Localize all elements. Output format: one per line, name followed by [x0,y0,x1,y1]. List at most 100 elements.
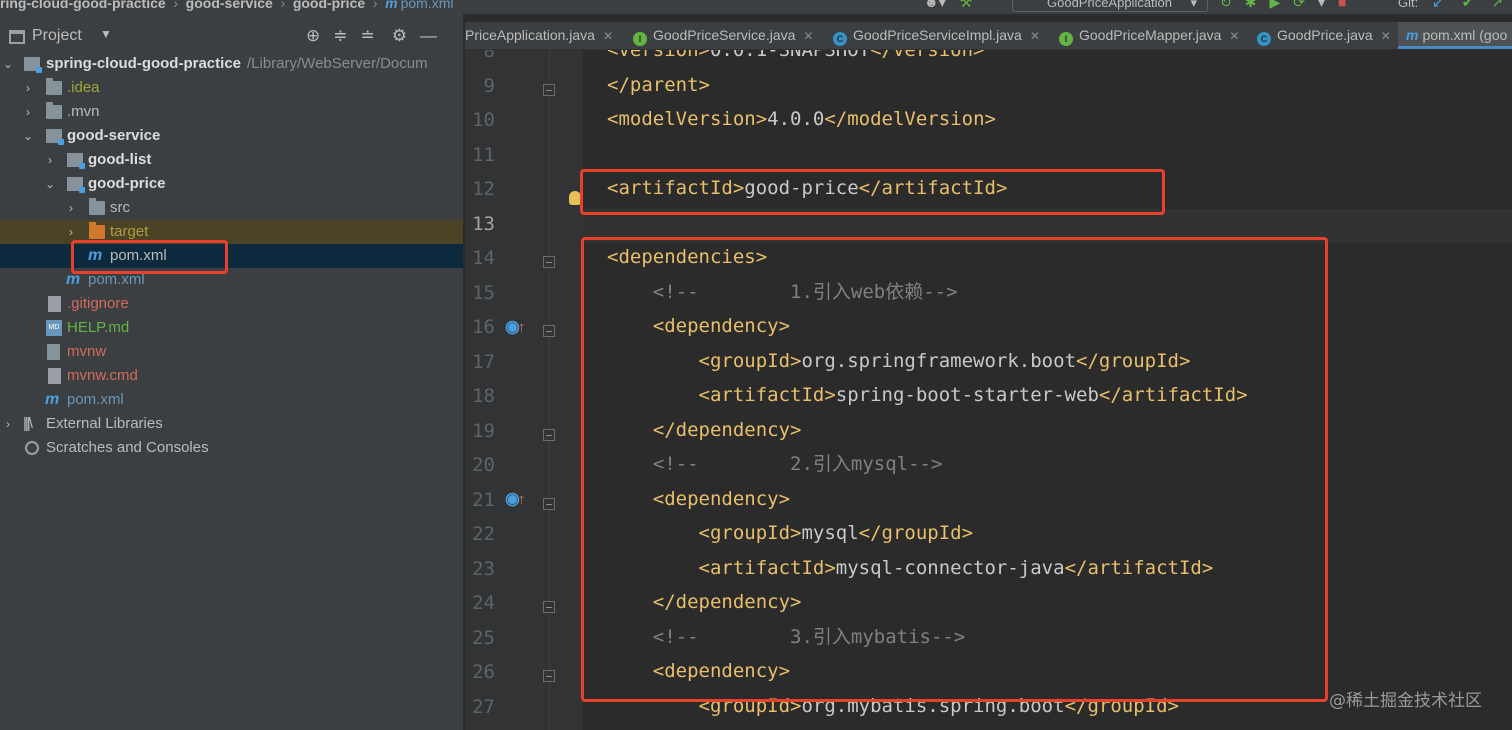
tab-good-price[interactable]: C GoodPrice.java ✕ [1257,22,1391,49]
close-icon[interactable]: ✕ [1381,29,1391,43]
breadcrumb-separator-icon: › [372,0,378,11]
more-icon[interactable]: ▾ [1318,0,1325,11]
code-line[interactable]: <version>0.0.1-SNAPSHOT</version> [607,50,985,67]
tree-item-label: External Libraries [46,415,163,432]
fold-marker-icon[interactable] [543,670,555,682]
code-editor[interactable]: 8 9 10 11 12 13 14 15 16 17 18 19 20 21 22 23 24 25 26 27 ◉… [465,50,1512,730]
tab-pom-xml[interactable]: m pom.xml (goo [1398,22,1512,49]
chevron-down-icon[interactable]: ⌄ [44,172,56,196]
breadcrumb-module[interactable]: good-service [186,0,273,11]
tree-item-label: pom.xml [67,391,124,408]
tree-item-mvnw-cmd[interactable]: mvnw.cmd [0,364,463,388]
tree-item-good-list[interactable]: › good-list [0,148,463,172]
fold-marker-icon[interactable] [543,325,555,337]
highlight-box-selected-file [71,240,228,274]
editor-tab-bar: PriceApplication.java ✕ I GoodPriceService… [465,22,1512,50]
stop-icon[interactable]: ■ [1338,0,1346,11]
line-number: 27 [472,695,495,718]
git-update-icon[interactable]: ↙ [1432,0,1444,11]
chevron-down-icon[interactable]: ⌄ [22,124,34,148]
rerun-icon[interactable]: ↻ [1220,0,1232,11]
interface-icon: I [1059,32,1073,46]
user-icon[interactable]: ☻▾ [924,0,946,11]
tree-item-mvnw[interactable]: mvnw [0,340,463,364]
hide-panel-icon[interactable]: — [420,26,437,46]
markdown-file-icon: MD [46,320,62,336]
fold-marker-icon[interactable] [543,83,555,96]
module-folder-icon [46,129,64,145]
debug-icon[interactable]: ✱ [1245,0,1257,11]
breadcrumb-file[interactable]: m pom.xml [385,0,453,11]
chevron-down-icon[interactable]: ⌄ [2,52,14,76]
tree-item-label: .idea [67,79,100,96]
project-panel-tools: ⊕ ≑ ≐ ⚙ — [306,26,437,46]
overriding-dependency-icon[interactable]: ◉↑ [505,317,525,337]
fold-marker-icon[interactable] [543,601,555,613]
tree-item-good-service[interactable]: ⌄ good-service [0,124,463,148]
code-line[interactable]: <modelVersion>4.0.0</modelVersion> [607,102,996,136]
expand-all-icon[interactable]: ≑ [333,26,347,46]
overriding-dependency-icon[interactable]: ◉↑ [505,489,525,509]
breadcrumb-separator-icon: › [173,0,178,11]
tree-item-help-md[interactable]: MD HELP.md [0,316,463,340]
maven-icon: m [45,391,60,408]
tab-good-price-mapper[interactable]: I GoodPriceMapper.java ✕ [1059,22,1239,49]
tab-price-application[interactable]: PriceApplication.java ✕ [465,22,613,49]
breadcrumb-project[interactable]: ring-cloud-good-practice [0,0,166,11]
tree-item-label: good-service [67,127,161,144]
locate-file-icon[interactable]: ⊕ [306,26,320,46]
gear-icon[interactable]: ⚙ [392,26,407,46]
fold-marker-icon[interactable] [543,497,555,510]
tree-item-good-price[interactable]: ⌄ good-price [0,172,463,196]
chevron-right-icon[interactable]: › [22,100,34,124]
chevron-right-icon[interactable]: › [44,148,56,172]
tree-item-mvn[interactable]: › .mvn [0,100,463,124]
run-configuration-select[interactable]: GoodPriceApplication ▾ [1012,0,1208,12]
code-line[interactable]: </parent> [607,68,710,102]
line-number: 26 [472,661,495,683]
chevron-right-icon[interactable]: › [2,412,14,436]
chevron-right-icon[interactable]: › [22,76,34,100]
close-icon[interactable]: ✕ [1030,29,1040,43]
line-number: 8 [483,50,495,62]
profile-icon[interactable]: ⟳ [1293,0,1305,11]
folder-icon [46,78,62,95]
tree-item-label: spring-cloud-good-practice/Library/WebSe… [46,55,428,72]
line-number: 20 [472,454,495,476]
tree-item-good-price-pom[interactable]: m pom.xml [0,244,463,268]
library-icon: |||\ [23,415,33,432]
tree-item-gitignore[interactable]: .gitignore [0,292,463,316]
xml-text: 4.0.0 [767,108,825,130]
close-icon[interactable]: ✕ [1229,29,1239,43]
chevron-right-icon[interactable]: › [65,196,77,220]
line-number: 25 [472,626,495,649]
close-icon[interactable]: ✕ [803,29,813,43]
tree-item-good-service-pom[interactable]: m pom.xml [0,268,463,292]
git-push-icon[interactable]: ↗ [1491,0,1503,11]
fold-marker-icon[interactable] [543,256,555,268]
tree-item-external-libraries[interactable]: › |||\ External Libraries [0,412,463,436]
project-tool-window: Project ▼ ⊕ ≑ ≐ ⚙ — ⌄ spring-cloud-good-… [0,14,464,730]
fold-marker-icon[interactable] [543,428,555,441]
tree-item-src[interactable]: › src [0,196,463,220]
module-folder-icon [67,153,85,169]
chevron-down-icon[interactable]: ▼ [100,27,112,41]
close-icon[interactable]: ✕ [603,29,613,43]
tree-item-scratches[interactable]: Scratches and Consoles [0,436,463,460]
git-commit-icon[interactable]: ✔ [1462,0,1474,11]
toolbar-left-icons: ☻▾ ⚒ [924,0,972,11]
excluded-folder-icon [89,222,105,239]
line-number: 19 [472,419,495,442]
tree-item-root-project[interactable]: ⌄ spring-cloud-good-practice/Library/Web… [0,52,463,76]
tree-item-target[interactable]: › target [0,220,463,244]
breadcrumb-submodule[interactable]: good-price [293,0,365,11]
collapse-all-icon[interactable]: ≐ [361,26,375,46]
tree-item-idea[interactable]: › .idea [0,76,463,100]
tab-good-price-service-impl[interactable]: C GoodPriceServiceImpl.java ✕ [833,22,1040,49]
build-hammer-icon[interactable]: ⚒ [960,0,973,11]
project-panel-title[interactable]: Project [32,27,82,45]
coverage-icon[interactable]: ▶ [1269,0,1280,11]
tab-good-price-service[interactable]: I GoodPriceService.java ✕ [633,22,813,49]
xml-tag: <modelVersion> [607,108,768,130]
tree-item-root-pom[interactable]: m pom.xml [0,388,463,412]
